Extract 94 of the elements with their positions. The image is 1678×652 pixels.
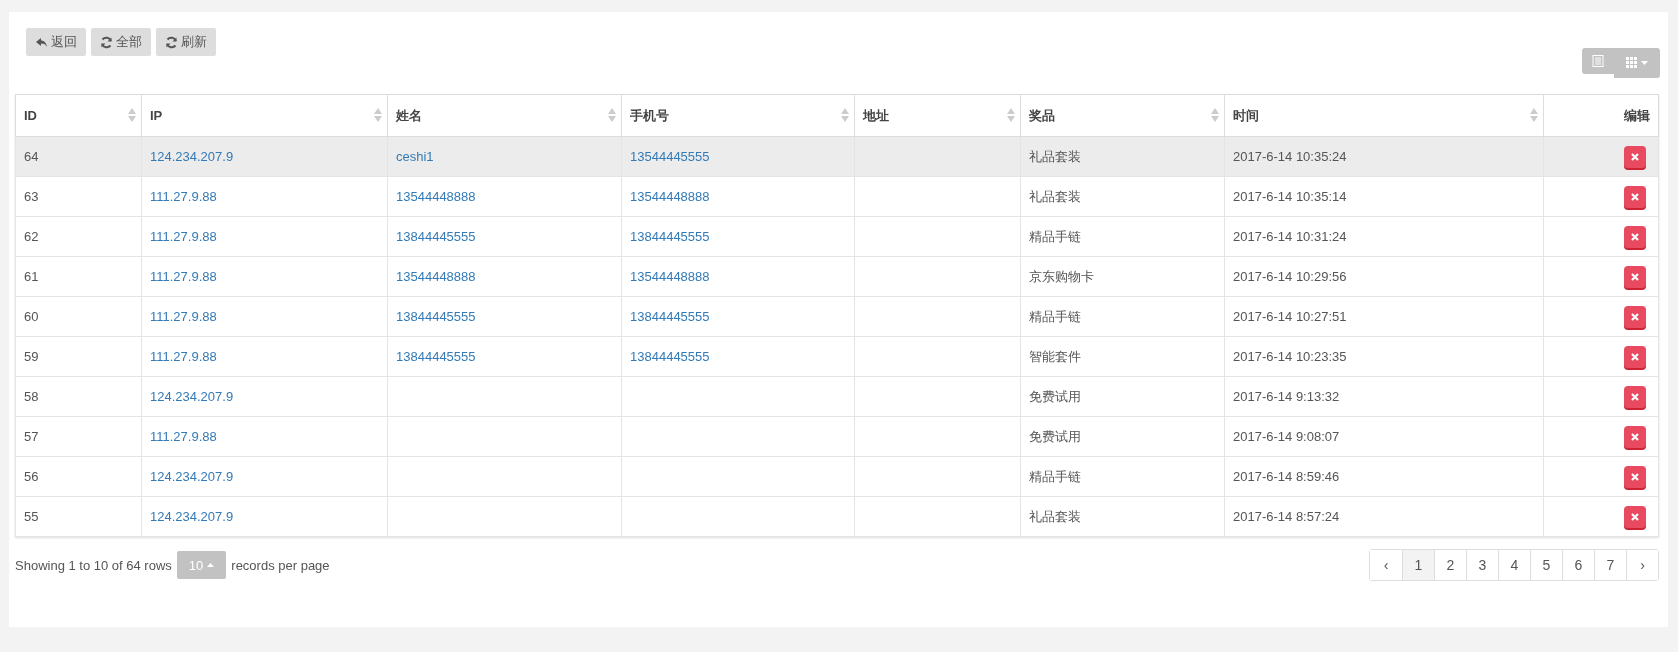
table-link[interactable]: 13844445555: [396, 229, 476, 244]
table-cell: 2017-6-14 8:59:46: [1233, 469, 1340, 484]
table-link[interactable]: 13844445555: [630, 229, 710, 244]
table-link[interactable]: 13844445555: [630, 349, 710, 364]
table-cell: 55: [24, 509, 39, 524]
close-icon: [1631, 232, 1639, 241]
table-cell: 57: [24, 429, 39, 444]
table-cell: 2017-6-14 8:57:24: [1233, 509, 1340, 524]
table-link[interactable]: 13544445555: [630, 149, 710, 164]
table-link[interactable]: 111.27.9.88: [150, 189, 217, 204]
delete-button[interactable]: [1624, 185, 1646, 208]
pagination-info: Showing 1 to 10 of 64 rows: [15, 557, 172, 573]
table-cell: 智能套件: [1029, 348, 1081, 364]
table-link[interactable]: 13844445555: [396, 349, 476, 364]
delete-button[interactable]: [1624, 465, 1646, 488]
table-cell: 60: [24, 309, 39, 324]
table-cell: 2017-6-14 10:23:35: [1233, 349, 1347, 364]
close-icon: [1631, 312, 1639, 321]
close-icon: [1631, 272, 1639, 281]
table-link[interactable]: 111.27.9.88: [150, 429, 217, 444]
table-link[interactable]: 124.234.207.9: [150, 469, 234, 484]
toolbar-button[interactable]: 全部: [91, 28, 151, 56]
close-icon: [1631, 512, 1639, 521]
table-cell: 礼品套装: [1029, 508, 1081, 524]
table-cell: 2017-6-14 10:29:56: [1233, 269, 1347, 284]
table-link[interactable]: 111.27.9.88: [150, 269, 217, 284]
table-link[interactable]: 13844445555: [396, 309, 476, 324]
close-icon: [1631, 152, 1639, 161]
delete-button[interactable]: [1624, 385, 1646, 408]
table-cell: 61: [24, 269, 39, 284]
table-cell: 礼品套装: [1029, 148, 1081, 164]
table-cell: 2017-6-14 9:08:07: [1233, 429, 1340, 444]
table-cell: 礼品套装: [1029, 188, 1081, 204]
column-header[interactable]: 地址: [863, 107, 889, 123]
table-link[interactable]: 124.234.207.9: [150, 149, 234, 164]
delete-button[interactable]: [1624, 265, 1646, 288]
column-header[interactable]: ID: [24, 108, 37, 123]
delete-button[interactable]: [1624, 225, 1646, 248]
page-button[interactable]: 1: [1402, 550, 1434, 580]
table-link[interactable]: 111.27.9.88: [150, 349, 217, 364]
caret-icon: [1641, 61, 1648, 65]
table-cell: 62: [24, 229, 39, 244]
column-header[interactable]: 时间: [1233, 107, 1259, 123]
toolbar-button[interactable]: 刷新: [156, 28, 216, 56]
caret-icon: [207, 563, 215, 567]
column-header[interactable]: 手机号: [630, 107, 669, 123]
grid-icon: [1626, 57, 1638, 69]
page-button[interactable]: ›: [1626, 550, 1658, 580]
delete-button[interactable]: [1624, 345, 1646, 368]
refresh-icon: [100, 35, 113, 49]
table-cell: 2017-6-14 10:35:24: [1233, 149, 1347, 164]
table-cell: 2017-6-14 9:13:32: [1233, 389, 1340, 404]
table-cell: 精品手链: [1029, 308, 1081, 324]
table-link[interactable]: 13544448888: [396, 189, 476, 204]
refresh-icon: [165, 35, 178, 49]
close-icon: [1631, 432, 1639, 441]
close-icon: [1631, 392, 1639, 401]
table-cell: 免费试用: [1029, 388, 1081, 404]
table-link[interactable]: 111.27.9.88: [150, 229, 217, 244]
table-cell: 2017-6-14 10:31:24: [1233, 229, 1347, 244]
table-link[interactable]: 13544448888: [396, 269, 476, 284]
table-link[interactable]: 124.234.207.9: [150, 389, 234, 404]
close-icon: [1631, 472, 1639, 481]
table-cell: 2017-6-14 10:35:14: [1233, 189, 1347, 204]
reply-arrow-icon: [35, 35, 48, 49]
table-cell: 2017-6-14 10:27:51: [1233, 309, 1347, 324]
table-cell: 64: [24, 149, 39, 164]
column-header[interactable]: IP: [150, 108, 163, 123]
table-link[interactable]: 111.27.9.88: [150, 309, 217, 324]
close-icon: [1631, 192, 1639, 201]
table-link[interactable]: 13544448888: [630, 189, 710, 204]
delete-button[interactable]: [1624, 425, 1646, 448]
table-cell: 56: [24, 469, 39, 484]
table-cell: 免费试用: [1029, 428, 1081, 444]
table-link[interactable]: 124.234.207.9: [150, 509, 234, 524]
delete-button[interactable]: [1624, 145, 1646, 168]
table-cell: 63: [24, 189, 39, 204]
list-icon: [1592, 55, 1604, 67]
delete-button[interactable]: [1624, 505, 1646, 528]
close-icon: [1631, 352, 1639, 361]
toolbar-button[interactable]: 返回: [26, 28, 86, 56]
table-cell: 精品手链: [1029, 228, 1081, 244]
table-link[interactable]: ceshi1: [396, 149, 434, 164]
column-header[interactable]: 奖品: [1029, 107, 1055, 123]
table-cell: 精品手链: [1029, 468, 1081, 484]
delete-button[interactable]: [1624, 305, 1646, 328]
table-cell: 59: [24, 349, 39, 364]
table-cell: 京东购物卡: [1029, 268, 1094, 284]
column-header[interactable]: 编辑: [1624, 107, 1650, 123]
column-header[interactable]: 姓名: [396, 107, 422, 123]
page-size-label: records per page: [231, 557, 330, 573]
table-link[interactable]: 13844445555: [630, 309, 710, 324]
table-cell: 58: [24, 389, 39, 404]
table-link[interactable]: 13544448888: [630, 269, 710, 284]
